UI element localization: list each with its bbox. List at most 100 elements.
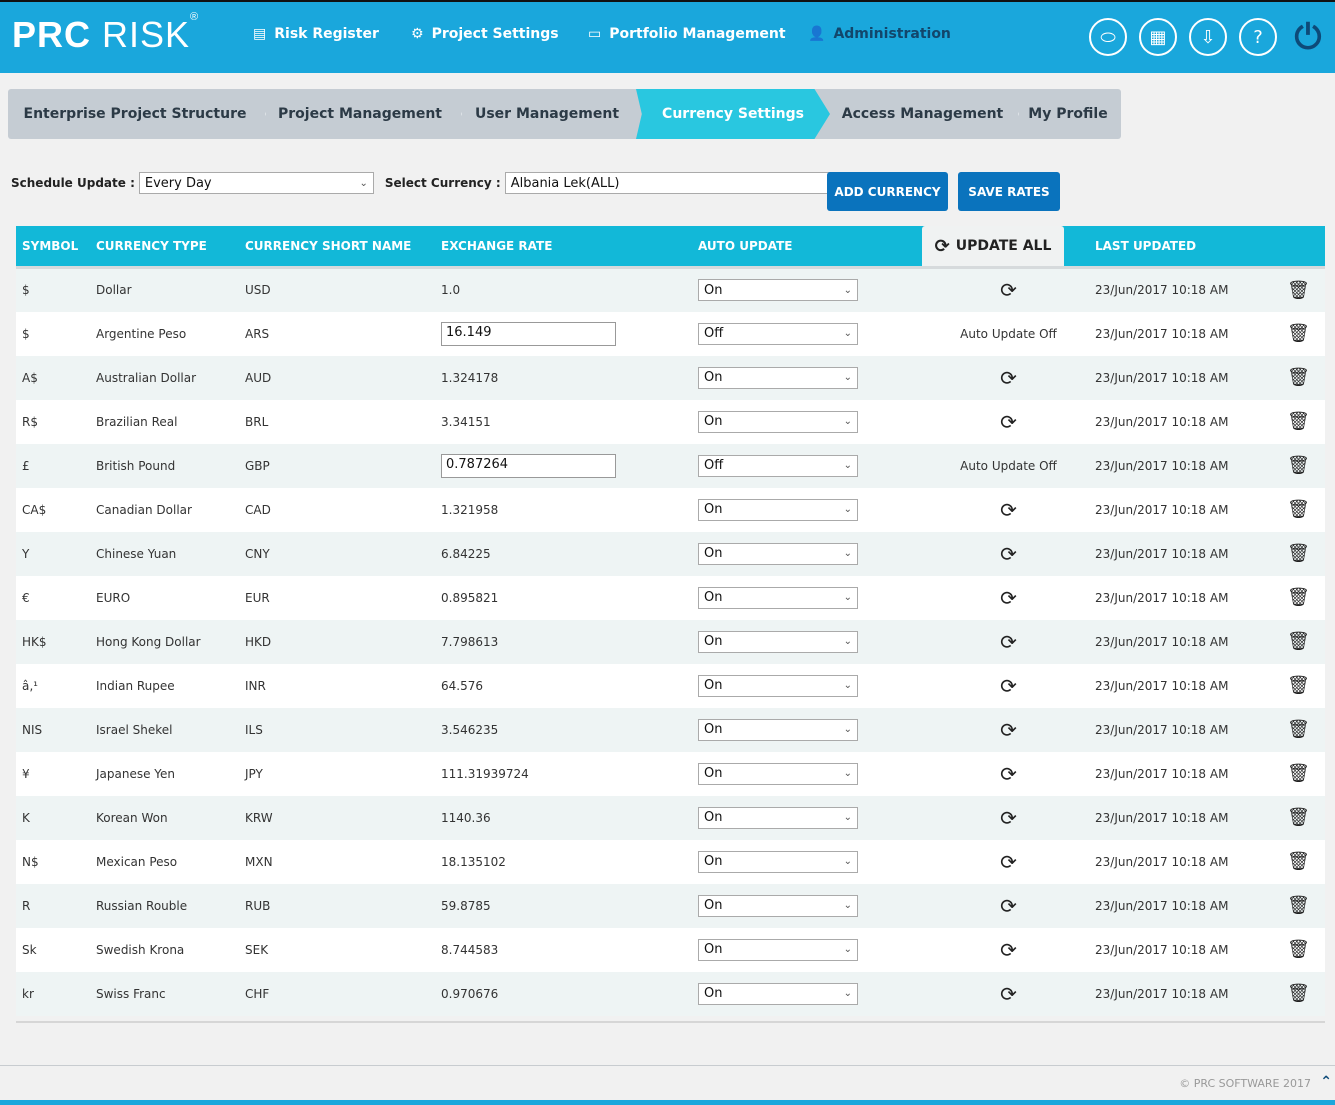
auto-update-select[interactable]: On ⌄ [698, 850, 858, 873]
auto-update-select[interactable]: On ⌄ [698, 762, 858, 785]
logo[interactable]: PRC RISK® [12, 11, 199, 56]
refresh-icon[interactable]: ⟳ [1000, 586, 1017, 610]
exchange-rate-cell: 1.321958 [435, 487, 692, 532]
auto-update-select[interactable]: On ⌄ [698, 718, 858, 741]
nav-project-settings[interactable]: ⚙ Project Settings [411, 26, 559, 42]
tab-my-profile[interactable]: My Profile [1015, 89, 1121, 139]
refresh-icon[interactable]: ⟳ [1000, 762, 1017, 786]
trash-icon[interactable]: 🗑 [1287, 455, 1310, 476]
inbox-download-icon[interactable]: ⇩ [1189, 18, 1227, 56]
trash-icon[interactable]: 🗑 [1287, 939, 1310, 960]
nav-risk-register[interactable]: ▤ Risk Register [253, 26, 379, 42]
nav-administration[interactable]: 👤 Administration [808, 26, 951, 42]
trash-icon[interactable]: 🗑 [1287, 367, 1310, 388]
currency-short-name: USD [239, 267, 435, 312]
calendar-download-icon[interactable]: ▦ [1139, 18, 1177, 56]
trash-icon[interactable]: 🗑 [1287, 631, 1310, 652]
update-cell: ⟳ [928, 927, 1089, 972]
select-currency-select[interactable]: Albania Lek(ALL)⌄ [504, 172, 855, 194]
table-row: ¥ Japanese Yen JPY 111.31939724 On ⌄ ⟳ 23… [16, 751, 1325, 796]
refresh-icon[interactable]: ⟳ [1000, 278, 1017, 302]
refresh-icon[interactable]: ⟳ [1000, 674, 1017, 698]
last-updated: 23/Jun/2017 10:18 AM [1089, 443, 1269, 488]
tab-project-management[interactable]: Project Management [262, 89, 462, 139]
refresh-icon[interactable]: ⟳ [1000, 806, 1017, 830]
refresh-icon[interactable]: ⟳ [1000, 894, 1017, 918]
auto-update-select[interactable]: On ⌄ [698, 498, 858, 521]
table-row: R Russian Rouble RUB 59.8785 On ⌄ ⟳ 23/Ju… [16, 883, 1325, 928]
save-rates-button[interactable]: SAVE RATES [958, 172, 1060, 211]
refresh-icon[interactable]: ⟳ [1000, 542, 1017, 566]
trash-icon[interactable]: 🗑 [1287, 719, 1310, 740]
trash-icon[interactable]: 🗑 [1287, 499, 1310, 520]
nav-portfolio-management[interactable]: ▭ Portfolio Management [588, 26, 786, 42]
trash-icon[interactable]: 🗑 [1287, 763, 1310, 784]
auto-update-select[interactable]: On ⌄ [698, 982, 858, 1005]
last-updated: 23/Jun/2017 10:18 AM [1089, 971, 1269, 1016]
auto-update-select[interactable]: On ⌄ [698, 586, 858, 609]
trash-icon[interactable]: 🗑 [1287, 411, 1310, 432]
update-cell: ⟳ [928, 619, 1089, 664]
symbol: N$ [16, 839, 90, 884]
trash-icon[interactable]: 🗑 [1287, 895, 1310, 916]
refresh-icon[interactable]: ⟳ [1000, 498, 1017, 522]
exchange-rate-cell: 16.149 [435, 311, 692, 356]
refresh-icon[interactable]: ⟳ [1000, 366, 1017, 390]
trash-icon[interactable]: 🗑 [1287, 675, 1310, 696]
symbol: K [16, 795, 90, 840]
refresh-icon[interactable]: ⟳ [1000, 410, 1017, 434]
trash-icon[interactable]: 🗑 [1287, 851, 1310, 872]
exchange-rate-cell: 0.895821 [435, 575, 692, 620]
update-all-button[interactable]: ⟳ UPDATE ALL [922, 226, 1064, 266]
delete-cell: 🗑 [1269, 443, 1325, 488]
tab-access-management[interactable]: Access Management [830, 89, 1019, 139]
symbol: Sk [16, 927, 90, 972]
auto-update-select[interactable]: On ⌄ [698, 894, 858, 917]
auto-update-select[interactable]: On ⌄ [698, 674, 858, 697]
currency-short-name: KRW [239, 795, 435, 840]
chevron-down-icon: ⌄ [843, 504, 852, 515]
auto-update-cell: On ⌄ [692, 399, 928, 444]
auto-update-select[interactable]: Off ⌄ [698, 454, 858, 477]
auto-update-select[interactable]: On ⌄ [698, 366, 858, 389]
toggle-icon[interactable]: ⬭ [1089, 18, 1127, 56]
chevron-down-icon: ⌄ [359, 177, 368, 189]
delete-cell: 🗑 [1269, 399, 1325, 444]
refresh-icon[interactable]: ⟳ [1000, 718, 1017, 742]
table-row: HK$ Hong Kong Dollar HKD 7.798613 On ⌄ ⟳ … [16, 619, 1325, 664]
trash-icon[interactable]: 🗑 [1287, 323, 1310, 344]
trash-icon[interactable]: 🗑 [1287, 543, 1310, 564]
auto-update-select[interactable]: On ⌄ [698, 938, 858, 961]
tab-user-management[interactable]: User Management [458, 89, 636, 139]
add-currency-button[interactable]: ADD CURRENCY [827, 172, 948, 211]
table-bottom-border [16, 1021, 1325, 1023]
power-icon[interactable]: ⏻ [1289, 17, 1327, 57]
auto-update-select[interactable]: On ⌄ [698, 410, 858, 433]
refresh-icon[interactable]: ⟳ [1000, 850, 1017, 874]
refresh-icon[interactable]: ⟳ [1000, 630, 1017, 654]
currency-short-name: RUB [239, 883, 435, 928]
refresh-icon[interactable]: ⟳ [1000, 982, 1017, 1006]
auto-update-select[interactable]: On ⌄ [698, 542, 858, 565]
trash-icon[interactable]: 🗑 [1287, 983, 1310, 1004]
scroll-top-icon[interactable]: ⌃ [1320, 1074, 1332, 1090]
table-row: $ Argentine Peso ARS 16.149 Off ⌄ Auto Up… [16, 311, 1325, 356]
exchange-rate-input[interactable]: 16.149 [441, 321, 616, 346]
symbol: £ [16, 443, 90, 488]
trash-icon[interactable]: 🗑 [1287, 280, 1310, 301]
auto-update-select[interactable]: On ⌄ [698, 630, 858, 653]
exchange-rate: 1.0 [441, 283, 461, 298]
exchange-rate: 6.84225 [441, 546, 491, 561]
trash-icon[interactable]: 🗑 [1287, 807, 1310, 828]
auto-update-select[interactable]: On ⌄ [698, 806, 858, 829]
trash-icon[interactable]: 🗑 [1287, 587, 1310, 608]
tab-enterprise-project-structure[interactable]: Enterprise Project Structure [8, 89, 266, 139]
tab-currency-settings[interactable]: Currency Settings [636, 89, 830, 139]
exchange-rate-input[interactable]: 0.787264 [441, 453, 616, 478]
auto-update-select[interactable]: On ⌄ [698, 279, 858, 302]
refresh-icon[interactable]: ⟳ [1000, 938, 1017, 962]
exchange-rate: 0.970676 [441, 986, 499, 1001]
schedule-update-select[interactable]: Every Day ⌄ [138, 172, 374, 194]
help-icon[interactable]: ? [1239, 18, 1277, 56]
auto-update-select[interactable]: Off ⌄ [698, 322, 858, 345]
